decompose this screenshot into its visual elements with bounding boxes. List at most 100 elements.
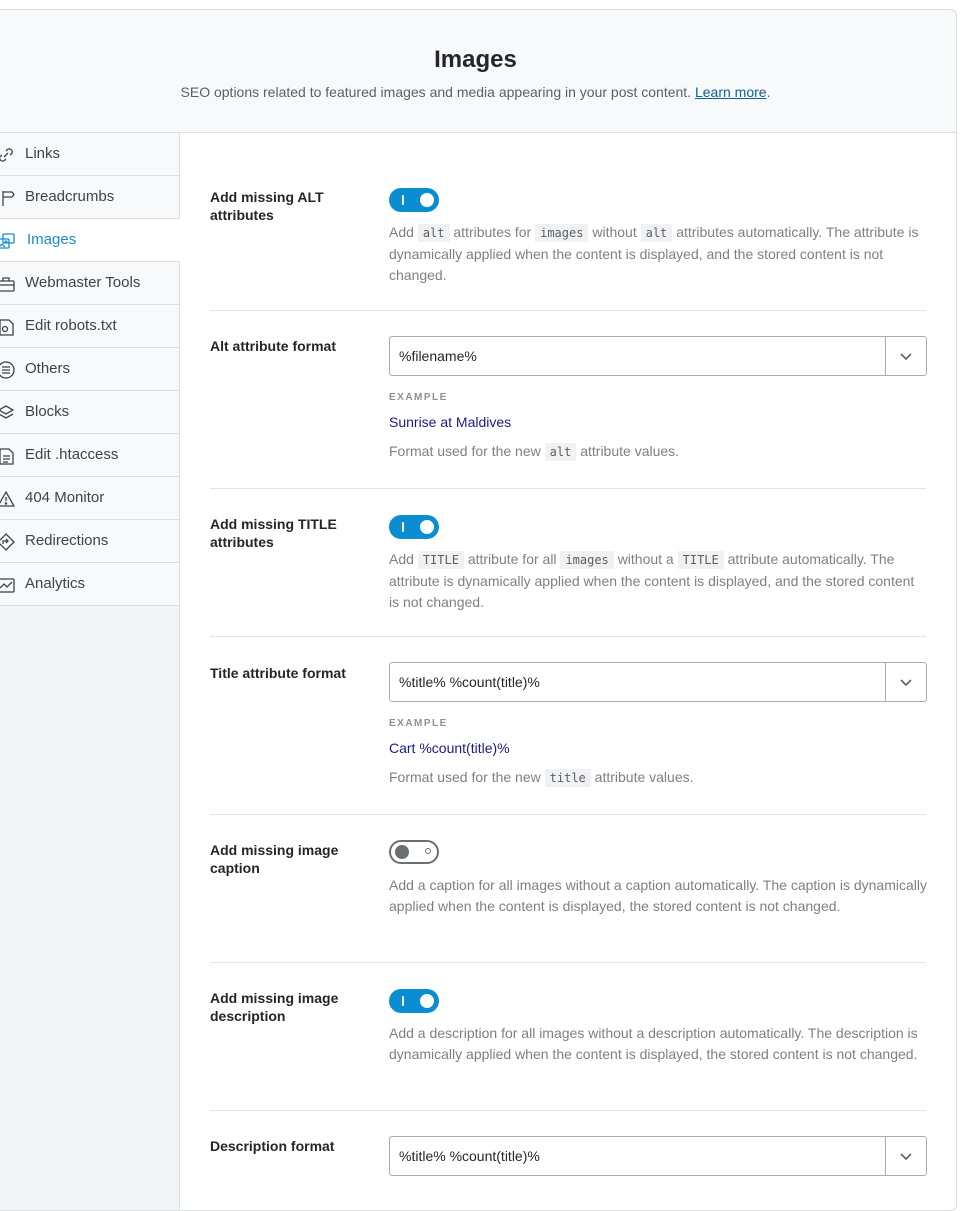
setting-row-description-format: Description format %title% %count(title)… (210, 1111, 927, 1210)
desc-text: attribute values. (580, 443, 680, 459)
sidebar-item-blocks[interactable]: Blocks (0, 391, 179, 434)
sidebar-item-label: Others (25, 360, 71, 377)
setting-label: Add missing ALT attributes (210, 189, 324, 223)
setting-row-title-format: Title attribute format %title% %count(ti… (210, 637, 927, 815)
image-caption-toggle[interactable] (389, 840, 439, 864)
select-divider (885, 1137, 886, 1175)
sidebar-item-label: Redirections (25, 532, 109, 549)
caption-description: Add a caption for all images without a c… (389, 877, 927, 914)
desc-text: Format used for the new (389, 443, 541, 459)
setting-body: %filename% EXAMPLE Sunrise at Maldives F… (389, 336, 927, 476)
setting-row-title-toggle: Add missing TITLE attributes Add TITLE a… (210, 489, 926, 637)
code-snippet: title (544, 769, 591, 787)
code-snippet: TITLE (677, 551, 724, 569)
toggle-off-indicator (425, 848, 431, 854)
desc-text: without (592, 224, 637, 240)
title-format-description: Format used for the new title attribute … (389, 767, 694, 789)
setting-label: Add missing image description (210, 990, 339, 1024)
sidebar-item-label: Blocks (25, 403, 70, 420)
setting-label: Alt attribute format (210, 338, 336, 354)
htaccess-file-icon (0, 448, 14, 465)
setting-row-alt-format: Alt attribute format %filename% EXAMPLE … (210, 311, 927, 489)
image-description-toggle[interactable] (389, 989, 439, 1013)
code-snippet: alt (640, 224, 673, 242)
alt-format-description: Format used for the new alt attribute va… (389, 441, 679, 463)
toggle-knob (395, 845, 409, 859)
setting-row-caption-toggle: Add missing image caption Add a caption … (210, 815, 927, 963)
code-snippet: images (560, 551, 614, 569)
title-format-select[interactable]: %title% %count(title)% (389, 662, 927, 702)
images-icon (0, 233, 15, 249)
toggle-knob (420, 994, 434, 1008)
toolbox-icon (0, 277, 15, 292)
toggle-knob (420, 520, 434, 534)
chevron-down-icon (900, 353, 912, 361)
code-snippet: TITLE (417, 551, 464, 569)
warning-icon (0, 490, 15, 507)
sidebar-item-label: Webmaster Tools (25, 274, 141, 291)
sidebar-item-label: Edit robots.txt (25, 317, 117, 334)
sidebar-item-edit-htaccess[interactable]: Edit .htaccess (0, 434, 179, 477)
alt-toggle-description: Add alt attributes for images without al… (389, 222, 927, 286)
sidebar-item-analytics[interactable]: Analytics (0, 563, 179, 606)
sidebar-item-webmaster-tools[interactable]: Webmaster Tools (0, 262, 179, 305)
description-format-select[interactable]: %title% %count(title)% (389, 1136, 927, 1176)
toggle-on-indicator (402, 195, 404, 205)
analytics-chart-icon (0, 578, 15, 593)
sidebar-item-edit-robots[interactable]: Edit robots.txt (0, 305, 179, 348)
robot-file-icon (0, 319, 14, 336)
setting-label: Add missing TITLE attributes (210, 516, 337, 550)
example-value: Cart %count(title)% (389, 740, 510, 756)
code-snippet: alt (417, 224, 450, 242)
sidebar-item-label: 404 Monitor (25, 489, 105, 506)
setting-description: Add a caption for all images without a c… (389, 875, 927, 917)
redirect-sign-icon (0, 533, 15, 551)
title-toggle-description: Add TITLE attribute for all images witho… (389, 549, 927, 613)
alt-format-select[interactable]: %filename% (389, 336, 927, 376)
example-label: EXAMPLE (389, 392, 448, 403)
chevron-down-icon (900, 679, 912, 687)
sidebar-item-label: Breadcrumbs (25, 188, 115, 205)
toggle-knob (420, 193, 434, 207)
page-subtitle: SEO options related to featured images a… (0, 84, 956, 100)
sidebar-item-images[interactable]: Images (0, 219, 180, 262)
toggle-on-indicator (402, 996, 404, 1006)
select-value: %title% %count(title)% (399, 674, 540, 690)
desc-text: attributes for (453, 224, 532, 240)
setting-description: Add TITLE attribute for all images witho… (389, 549, 927, 613)
sidebar-item-label: Links (25, 145, 61, 162)
sidebar-item-label: Edit .htaccess (25, 446, 119, 463)
sidebar-item-label: Analytics (25, 575, 86, 592)
desc-text: attribute values. (594, 769, 694, 785)
sidebar-item-label: Images (27, 231, 77, 248)
settings-panel: Images SEO options related to featured i… (0, 9, 957, 1211)
select-value: %title% %count(title)% (399, 1148, 540, 1164)
alt-attributes-toggle[interactable] (389, 188, 439, 212)
select-divider (885, 663, 886, 701)
sidebar-item-404-monitor[interactable]: 404 Monitor (0, 477, 179, 520)
signpost-icon (2, 191, 15, 206)
page-title: Images (434, 46, 517, 73)
setting-label: Description format (210, 1138, 335, 1154)
subtitle-period: . (766, 84, 771, 100)
setting-row-alt-toggle: Add missing ALT attributes Add alt attri… (210, 133, 926, 311)
toggle-on-indicator (402, 522, 404, 532)
links-icon (0, 148, 13, 162)
sidebar-item-redirections[interactable]: Redirections (0, 520, 179, 563)
example-label: EXAMPLE (389, 718, 448, 729)
example-value: Sunrise at Maldives (389, 414, 512, 430)
setting-label: Title attribute format (210, 665, 346, 681)
sidebar-item-links[interactable]: Links (0, 133, 179, 176)
sidebar-item-breadcrumbs[interactable]: Breadcrumbs (0, 176, 179, 219)
code-snippet: images (535, 224, 589, 242)
page-header: Images SEO options related to featured i… (0, 10, 956, 133)
title-attributes-toggle[interactable] (389, 515, 439, 539)
desc-text: Add (389, 224, 414, 240)
desc-text: Add (389, 551, 414, 567)
sidebar-item-others[interactable]: Others (0, 348, 179, 391)
learn-more-link[interactable]: Learn more (695, 84, 767, 100)
setting-description: Add alt attributes for images without al… (389, 222, 927, 286)
description-toggle-description: Add a description for all images without… (389, 1025, 918, 1062)
setting-description: Add a description for all images without… (389, 1023, 927, 1065)
setting-body: %title% %count(title)% (389, 1136, 927, 1176)
